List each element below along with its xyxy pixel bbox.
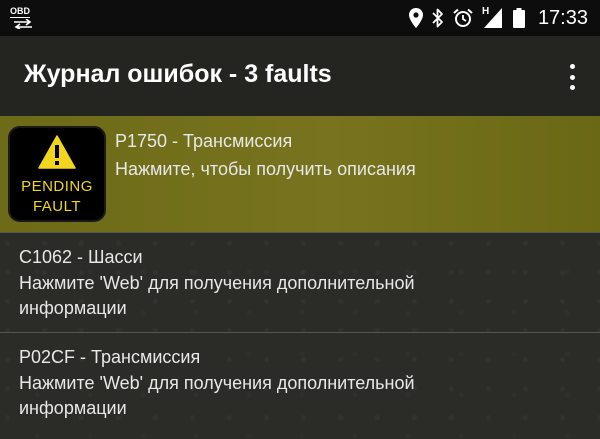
warning-triangle-icon — [38, 135, 76, 169]
location-icon — [408, 8, 423, 28]
fault-code: C1062 - Шасси — [19, 247, 143, 267]
signal-icon: H — [482, 6, 504, 28]
fault-code: P02CF - Трансмиссия — [19, 347, 201, 367]
page-title: Журнал ошибок - 3 faults — [24, 60, 332, 88]
obd-notification-icon: OBD — [10, 6, 40, 30]
alarm-icon — [453, 8, 473, 27]
badge-line-pending: PENDING — [21, 178, 93, 195]
fault-row-c1062[interactable]: C1062 - Шасси Нажмите 'Web' для получени… — [0, 233, 600, 333]
fault-description: Нажмите, чтобы получить описания — [115, 159, 416, 179]
obd-arrows-icon — [14, 19, 32, 29]
fault-list: PENDING FAULT P1750 - Трансмиссия Нажмит… — [0, 116, 600, 439]
bluetooth-icon — [432, 8, 443, 28]
fault-description: Нажмите 'Web' для получения дополнительн… — [19, 273, 415, 318]
fault-code: P1750 - Трансмиссия — [115, 131, 293, 151]
battery-icon — [512, 8, 525, 28]
fault-description: Нажмите 'Web' для получения дополнительн… — [19, 373, 415, 418]
status-bar: OBD H 17:33 — [0, 0, 600, 36]
fault-row-p1750[interactable]: PENDING FAULT P1750 - Трансмиссия Нажмит… — [0, 116, 600, 233]
pending-fault-badge: PENDING FAULT — [8, 126, 106, 222]
app-bar: Журнал ошибок - 3 faults — [0, 36, 600, 116]
more-vert-icon[interactable] — [562, 62, 582, 92]
obd-label: OBD — [10, 6, 30, 18]
fault-row-p02cf[interactable]: P02CF - Трансмиссия Нажмите 'Web' для по… — [0, 333, 600, 439]
badge-line-fault: FAULT — [32, 198, 82, 215]
clock: 17:33 — [537, 6, 588, 29]
